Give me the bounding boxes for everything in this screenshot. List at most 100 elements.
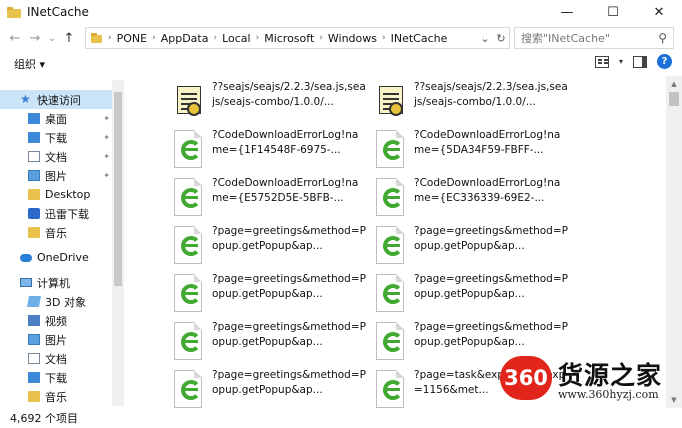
file-name: ?page=greetings&method=Popup.getPopup&ap…	[414, 273, 568, 300]
ie-document-icon	[172, 370, 204, 408]
sidebar-item-pictures[interactable]: 图片 ✦	[0, 166, 112, 185]
sidebar-item-desktop[interactable]: 桌面 ✦	[0, 109, 112, 128]
sidebar-item-label: 图片	[45, 169, 67, 183]
preview-pane-icon[interactable]	[633, 55, 647, 68]
refresh-icon[interactable]: ↻	[493, 32, 509, 45]
window-title: INetCache	[27, 5, 89, 19]
breadcrumb-windows[interactable]: Windows	[328, 32, 377, 45]
sidebar-item-onedrive[interactable]: OneDrive	[0, 248, 112, 267]
file-name: ?page=greetings&method=Popup.getPopup&ap…	[212, 225, 366, 252]
watermark: 360 货源之家 www.360hyzj.com	[498, 352, 682, 408]
file-item[interactable]: ?CodeDownloadErrorLog!name={1F14548F-697…	[172, 126, 372, 172]
view-options-caret-icon[interactable]: ▾	[619, 57, 623, 66]
content-scrollbar-thumb[interactable]	[669, 92, 679, 106]
address-dropdown-icon[interactable]: ⌄	[477, 32, 493, 45]
ie-document-icon	[172, 226, 204, 266]
ie-document-icon	[374, 274, 406, 314]
file-item[interactable]: ??seajs/seajs/2.2.3/sea.js,seajs/seajs-c…	[172, 78, 372, 124]
sidebar-item-music[interactable]: 音乐	[0, 223, 112, 242]
pin-icon[interactable]: ✦	[103, 114, 110, 123]
minimize-button[interactable]: —	[544, 0, 590, 24]
video-icon	[28, 315, 40, 326]
breadcrumb-local[interactable]: Local	[222, 32, 251, 45]
document-icon	[28, 353, 40, 364]
sidebar-item-videos[interactable]: 视频	[0, 311, 112, 330]
sidebar-item-thunder-downloads[interactable]: 迅雷下载	[0, 204, 112, 223]
back-button[interactable]: ←	[5, 28, 25, 48]
title-bar: INetCache — ☐ ✕	[0, 0, 682, 24]
sidebar-scrollbar-thumb[interactable]	[114, 92, 122, 286]
close-button[interactable]: ✕	[636, 0, 682, 24]
file-name: ?CodeDownloadErrorLog!name={5DA34F59-FBF…	[414, 129, 561, 156]
folder-icon	[91, 33, 103, 43]
document-icon	[28, 151, 40, 162]
file-item[interactable]: ?page=greetings&method=Popup.getPopup&ap…	[374, 270, 574, 316]
js-script-icon	[172, 82, 204, 122]
file-item[interactable]: ?page=greetings&method=Popup.getPopup&ap…	[172, 318, 372, 364]
picture-icon	[28, 334, 40, 345]
sidebar-item-label: Desktop	[45, 188, 91, 201]
window-controls: — ☐ ✕	[544, 0, 682, 24]
sidebar-item-label: 文档	[45, 352, 67, 366]
download-icon	[28, 132, 40, 143]
maximize-button[interactable]: ☐	[590, 0, 636, 24]
sidebar-item-music-pc[interactable]: 音乐	[0, 387, 112, 406]
command-bar: 组织 ▾ ▾ ?	[0, 52, 682, 76]
file-item[interactable]: ??seajs/seajs/2.2.3/sea.js,seajs/seajs-c…	[374, 78, 574, 124]
sidebar-item-pictures-pc[interactable]: 图片	[0, 330, 112, 349]
breadcrumb-microsoft[interactable]: Microsoft	[264, 32, 314, 45]
picture-icon	[28, 170, 40, 181]
address-bar[interactable]: › PONE › AppData › Local › Microsoft › W…	[85, 27, 510, 49]
ie-document-icon	[172, 322, 204, 362]
sidebar-item-label: OneDrive	[37, 251, 89, 264]
file-item[interactable]: ?CodeDownloadErrorLog!name={5DA34F59-FBF…	[374, 126, 574, 172]
search-icon[interactable]: ⚲	[658, 31, 667, 45]
pin-icon[interactable]: ✦	[103, 133, 110, 142]
breadcrumb-inetcache[interactable]: INetCache	[391, 32, 448, 45]
pin-icon[interactable]: ✦	[103, 152, 110, 161]
sidebar-item-desktop-folder[interactable]: Desktop	[0, 185, 112, 204]
help-icon[interactable]: ?	[657, 54, 672, 69]
chevron-right-icon[interactable]: ›	[152, 33, 156, 43]
3d-objects-icon	[27, 296, 41, 307]
change-view-icon[interactable]	[594, 55, 609, 68]
sidebar-item-label: 下载	[45, 131, 67, 145]
file-name: ?page=greetings&method=Popup.getPopup&ap…	[212, 369, 366, 396]
file-item[interactable]: ?CodeDownloadErrorLog!name={E5752D5E-5BF…	[172, 174, 372, 220]
recent-locations-button[interactable]: ⌄	[45, 28, 59, 48]
star-icon: ★	[20, 92, 31, 106]
breadcrumb-pone[interactable]: PONE	[117, 32, 147, 45]
file-item[interactable]: ?CodeDownloadErrorLog!name={EC336339-69E…	[374, 174, 574, 220]
chevron-right-icon[interactable]: ›	[213, 33, 217, 43]
sidebar-item-downloads[interactable]: 下载 ✦	[0, 128, 112, 147]
file-item[interactable]: ?page=greetings&method=Popup.getPopup&ap…	[172, 270, 372, 316]
desktop-icon	[28, 113, 40, 124]
chevron-right-icon[interactable]: ›	[319, 33, 323, 43]
file-item[interactable]: ?page=greetings&method=Popup.getPopup&ap…	[172, 222, 372, 268]
sidebar-item-documents-pc[interactable]: 文档	[0, 349, 112, 368]
watermark-title: 货源之家	[558, 361, 663, 390]
sidebar-item-label: 音乐	[45, 226, 67, 240]
breadcrumb-appdata[interactable]: AppData	[161, 32, 209, 45]
file-name: ??seajs/seajs/2.2.3/sea.js,seajs/seajs-c…	[414, 81, 568, 108]
file-item[interactable]: ?page=greetings&method=Popup.getPopup&ap…	[374, 222, 574, 268]
sidebar-item-documents[interactable]: 文档 ✦	[0, 147, 112, 166]
chevron-right-icon[interactable]: ›	[256, 33, 260, 43]
organize-button[interactable]: 组织 ▾	[14, 56, 45, 72]
search-input[interactable]: 搜索"INetCache" ⚲	[514, 27, 674, 49]
sidebar-item-3d-objects[interactable]: 3D 对象	[0, 292, 112, 311]
file-name: ?CodeDownloadErrorLog!name={1F14548F-697…	[212, 129, 359, 156]
sidebar-item-quick-access[interactable]: ★ 快速访问	[0, 90, 112, 109]
file-item[interactable]: ?page=greetings&method=Popup.getPopup&ap…	[172, 366, 372, 408]
pin-icon[interactable]: ✦	[103, 171, 110, 180]
status-bar: 4,692 个项目	[0, 408, 682, 428]
up-button[interactable]: ↑	[59, 28, 79, 48]
chevron-right-icon[interactable]: ›	[382, 33, 386, 43]
scroll-up-icon[interactable]: ▲	[666, 76, 682, 92]
search-placeholder: 搜索"INetCache"	[521, 32, 610, 45]
sidebar-item-computer[interactable]: 计算机	[0, 273, 112, 292]
sidebar-item-label: 下载	[45, 371, 67, 385]
download-icon	[28, 372, 40, 383]
sidebar-item-downloads-pc[interactable]: 下载	[0, 368, 112, 387]
forward-button[interactable]: →	[25, 28, 45, 48]
